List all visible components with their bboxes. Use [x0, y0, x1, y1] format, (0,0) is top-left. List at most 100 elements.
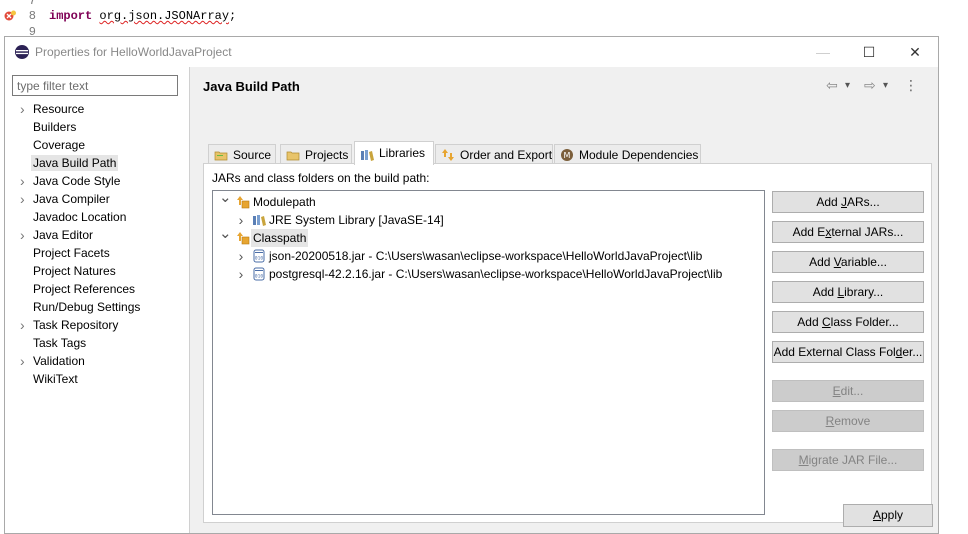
sidebar-item-label: Java Build Path	[31, 155, 119, 171]
chevron-right-icon[interactable]: ›	[20, 190, 25, 208]
button-label-part: lass Folder...	[830, 315, 899, 329]
libraries-icon	[360, 147, 374, 161]
property-page: Java Build Path ⇦ ▾ ⇨ ▾ ⋮ Source Projects…	[191, 67, 938, 533]
sidebar-item[interactable]: Task Tags	[5, 334, 189, 352]
title-bar: Properties for HelloWorldJavaProject — ☐…	[5, 37, 938, 67]
button-label-part: ibrary...	[844, 285, 884, 299]
sidebar-item[interactable]: Java Build Path	[5, 154, 189, 172]
button-label-part: igrate JAR File...	[808, 453, 898, 467]
module-icon: M	[560, 148, 574, 162]
sidebar-item[interactable]: Javadoc Location	[5, 208, 189, 226]
tab-order-and-export[interactable]: Order and Export	[435, 144, 553, 164]
tab-source[interactable]: Source	[208, 144, 276, 164]
button-label-part: A	[872, 508, 881, 522]
jar-icon: 010	[252, 267, 266, 281]
chevron-right-icon[interactable]: ›	[235, 265, 247, 283]
entry-label: Modulepath	[253, 195, 316, 209]
button-label-part: pply	[881, 508, 904, 522]
tab-module-dependencies[interactable]: M Module Dependencies	[554, 144, 701, 164]
sidebar-item[interactable]: › Task Repository	[5, 316, 189, 334]
sidebar-item-label: Project References	[33, 282, 136, 296]
chevron-right-icon[interactable]: ›	[235, 211, 247, 229]
minimize-button[interactable]: —	[800, 37, 846, 67]
sidebar-item[interactable]: Project Natures	[5, 262, 189, 280]
sidebar-item[interactable]: › Java Compiler	[5, 190, 189, 208]
svg-text:010: 010	[255, 274, 263, 280]
close-button[interactable]: ✕	[892, 37, 938, 67]
tab-label: Projects	[305, 148, 349, 162]
add-class-folder-button[interactable]: Add Class Folder...	[772, 311, 924, 333]
preferences-sidebar: › Resource Builders Coverage Java Build Path…	[5, 67, 190, 533]
back-arrow-icon[interactable]: ⇦	[826, 77, 838, 94]
entry-label: JRE System Library [JavaSE-14]	[269, 213, 444, 227]
tab-libraries[interactable]: Libraries	[354, 141, 434, 165]
page-navigation: ⇦ ▾ ⇨ ▾ ⋮	[826, 77, 926, 97]
modulepath-icon	[236, 195, 250, 209]
button-label-part: R	[825, 414, 835, 428]
button-label-part: ternal JARs...	[831, 225, 904, 239]
add-jars-button[interactable]: Add JARs...	[772, 191, 924, 213]
button-label-part: ariable...	[840, 255, 887, 269]
jre-library-icon	[252, 213, 266, 227]
eclipse-icon	[15, 45, 29, 59]
properties-dialog: Properties for HelloWorldJavaProject — ☐…	[4, 36, 939, 534]
jar-icon: 010	[252, 249, 266, 263]
sidebar-item-label: Task Tags	[33, 336, 87, 350]
edit-button[interactable]: Edit...	[772, 380, 924, 402]
sidebar-item[interactable]: › Validation	[5, 352, 189, 370]
button-label-part: C	[821, 315, 831, 329]
chevron-down-icon[interactable]: ⌄	[219, 189, 232, 207]
chevron-right-icon[interactable]: ›	[20, 100, 25, 118]
sidebar-item[interactable]: › Java Editor	[5, 226, 189, 244]
code-semicolon: ;	[229, 9, 237, 23]
chevron-down-icon[interactable]: ⌄	[219, 225, 232, 243]
back-menu-icon[interactable]: ▾	[845, 80, 850, 91]
add-external-jars-button[interactable]: Add External JARs...	[772, 221, 924, 243]
svg-text:M: M	[564, 151, 571, 160]
sidebar-item[interactable]: Project Facets	[5, 244, 189, 262]
sidebar-item[interactable]: WikiText	[5, 370, 189, 388]
libraries-panel: JARs and class folders on the build path…	[203, 163, 932, 523]
remove-button[interactable]: Remove	[772, 410, 924, 432]
filter-input[interactable]	[12, 75, 178, 96]
entry-label: Classpath	[251, 229, 309, 247]
sidebar-item-label: Project Natures	[33, 264, 116, 278]
sidebar-item[interactable]: Run/Debug Settings	[5, 298, 189, 316]
forward-menu-icon[interactable]: ▾	[883, 80, 888, 91]
sidebar-item[interactable]: › Resource	[5, 100, 189, 118]
chevron-right-icon[interactable]: ›	[20, 352, 25, 370]
sidebar-item[interactable]: Builders	[5, 118, 189, 136]
maximize-button[interactable]: ☐	[846, 37, 892, 67]
sidebar-item-label: Javadoc Location	[33, 210, 127, 224]
code-import-path: org.json.JSONArray	[99, 9, 230, 23]
migrate-jar-button[interactable]: Migrate JAR File...	[772, 449, 924, 471]
apply-button[interactable]: Apply	[843, 504, 933, 527]
property-page-tree: › Resource Builders Coverage Java Build Path…	[5, 100, 189, 388]
chevron-right-icon[interactable]: ›	[20, 226, 25, 244]
sidebar-item[interactable]: Project References	[5, 280, 189, 298]
add-variable-button[interactable]: Add Variable...	[772, 251, 924, 273]
button-label-part: Add	[809, 255, 834, 269]
sidebar-item[interactable]: › Java Code Style	[5, 172, 189, 190]
projects-folder-icon	[286, 148, 300, 162]
add-external-class-folder-button[interactable]: Add External Class Folder...	[772, 341, 924, 363]
sidebar-item-label: Run/Debug Settings	[33, 300, 141, 314]
add-library-button[interactable]: Add Library...	[772, 281, 924, 303]
sidebar-item-label: Java Compiler	[33, 192, 110, 206]
sidebar-item[interactable]: Coverage	[5, 136, 189, 154]
chevron-right-icon[interactable]: ›	[20, 172, 25, 190]
button-label-part: V	[833, 255, 841, 269]
sidebar-item-label: Coverage	[33, 138, 86, 152]
sidebar-item-label: Builders	[33, 120, 77, 134]
chevron-right-icon[interactable]: ›	[235, 247, 247, 265]
line-number: 7	[28, 0, 36, 8]
view-menu-icon[interactable]: ⋮	[904, 77, 918, 94]
chevron-right-icon[interactable]: ›	[20, 316, 25, 334]
forward-arrow-icon[interactable]: ⇨	[864, 77, 876, 94]
order-export-icon	[441, 148, 455, 162]
build-path-entries-tree[interactable]: ⌄ Modulepath › JRE System Library [JavaSE-1…	[212, 189, 765, 515]
tab-projects[interactable]: Projects	[280, 144, 352, 164]
button-label-part: emove	[834, 414, 871, 428]
sidebar-item-label: Resource	[33, 102, 85, 116]
button-label-part: Add	[812, 285, 838, 299]
